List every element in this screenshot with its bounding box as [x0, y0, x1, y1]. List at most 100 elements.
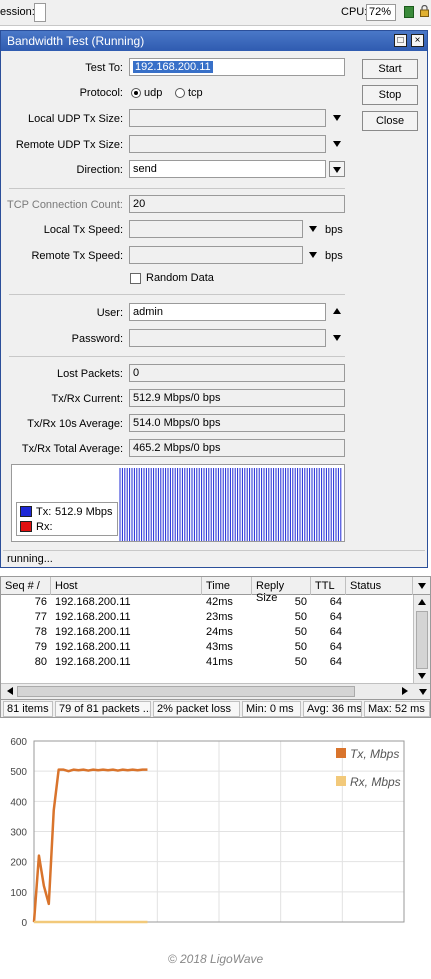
column-header-host[interactable]: Host [51, 577, 202, 595]
test-to-input[interactable]: 192.168.200.11 [129, 58, 345, 76]
local-tx-speed-input[interactable] [129, 220, 303, 238]
tcp-connection-count-input[interactable]: 20 [129, 195, 345, 213]
password-input[interactable] [129, 329, 326, 347]
local-tx-speed-dropdown-icon[interactable] [309, 226, 317, 232]
window-title: Bandwidth Test (Running) [7, 34, 145, 48]
column-header-ttl[interactable]: TTL [311, 577, 346, 595]
local-tx-speed-label: Local Tx Speed: [43, 224, 123, 236]
legend-swatch [336, 776, 346, 786]
cell-ttl: 64 [329, 656, 342, 668]
local-udp-tx-size-input[interactable] [129, 109, 326, 127]
column-header-seq[interactable]: Seq # / [1, 577, 51, 595]
user-collapse-icon[interactable] [333, 308, 341, 314]
cell-seq: 79 [34, 641, 47, 653]
legend-label: Rx, Mbps [350, 775, 401, 789]
table-row[interactable]: 76 192.168.200.11 42ms 50 64 [1, 595, 413, 610]
protocol-tcp-radio[interactable] [175, 88, 185, 98]
separator [9, 294, 345, 295]
window-titlebar[interactable]: Bandwidth Test (Running) □ × [1, 31, 427, 51]
legend-tx-value: 512.9 Mbps [55, 506, 113, 518]
direction-label: Direction: [76, 164, 123, 176]
txrx-current-value: 512.9 Mbps/0 bps [129, 389, 345, 407]
y-tick-label: 400 [10, 797, 27, 808]
column-header-time[interactable]: Time [202, 577, 252, 595]
scroll-left-icon[interactable] [7, 687, 13, 695]
rx-swatch [20, 521, 32, 532]
table-header: Seq # / Host Time Reply Size TTL Status [1, 577, 430, 604]
user-label: User: [96, 307, 123, 319]
cell-time: 42ms [206, 596, 233, 608]
scroll-up-icon[interactable] [418, 599, 426, 605]
table-row[interactable]: 80 192.168.200.11 41ms 50 64 [1, 655, 413, 670]
protocol-udp-label: udp [144, 87, 163, 99]
password-dropdown-icon[interactable] [333, 335, 341, 341]
cpu-value: 72% [366, 4, 396, 21]
tx-swatch [20, 506, 32, 517]
remote-udp-tx-size-input[interactable] [129, 135, 326, 153]
local-udp-tx-size-label: Local UDP Tx Size: [28, 113, 123, 125]
cell-host: 192.168.200.11 [55, 611, 131, 623]
cell-seq: 80 [34, 656, 47, 668]
series-line-0 [32, 768, 148, 923]
summary-avg: Avg: 36 ms [303, 701, 362, 717]
y-tick-label: 200 [10, 858, 27, 869]
session-label: ession: [0, 6, 35, 18]
table-row[interactable]: 78 192.168.200.11 24ms 50 64 [1, 625, 413, 640]
cell-host: 192.168.200.11 [55, 596, 131, 608]
y-tick-label: 0 [21, 918, 27, 929]
table-row[interactable]: 79 192.168.200.11 43ms 50 64 [1, 640, 413, 655]
protocol-label: Protocol: [79, 87, 123, 99]
summary-packet-loss: 2% packet loss [153, 701, 240, 717]
remote-tx-speed-dropdown-icon[interactable] [309, 252, 317, 258]
maximize-icon[interactable]: □ [394, 34, 407, 47]
session-field[interactable] [34, 3, 46, 22]
cell-size: 50 [294, 611, 307, 623]
copyright-text: © 2018 LigoWave [167, 952, 264, 966]
scroll-corner-icon[interactable] [419, 689, 427, 695]
cpu-label: CPU: [341, 6, 368, 18]
stop-button[interactable]: Stop [362, 85, 418, 105]
remote-udp-tx-size-label: Remote UDP Tx Size: [15, 139, 123, 151]
separator [9, 188, 345, 189]
start-button[interactable]: Start [362, 59, 418, 79]
horizontal-scroll-thumb[interactable] [17, 686, 355, 697]
random-data-label: Random Data [146, 272, 214, 284]
column-header-status[interactable]: Status [346, 577, 413, 595]
vertical-scrollbar[interactable] [413, 595, 430, 683]
scroll-right-icon[interactable] [402, 687, 408, 695]
scroll-down-icon[interactable] [418, 673, 426, 679]
txrx-total-average-label: Tx/Rx Total Average: [21, 443, 123, 455]
direction-select[interactable]: send [129, 160, 326, 178]
cell-time: 24ms [206, 626, 233, 638]
summary-min: Min: 0 ms [242, 701, 301, 717]
legend-tx-label: Tx: [36, 506, 52, 518]
local-udp-dropdown-icon[interactable] [333, 115, 341, 121]
column-header-reply-size[interactable]: Reply Size [252, 577, 311, 604]
close-button[interactable]: Close [362, 111, 418, 131]
legend-swatch [336, 748, 346, 758]
protocol-udp-radio[interactable] [131, 88, 141, 98]
cell-size: 50 [294, 596, 307, 608]
cell-seq: 77 [34, 611, 47, 623]
close-icon[interactable]: × [411, 34, 424, 47]
vertical-scroll-thumb[interactable] [416, 611, 428, 669]
remote-udp-dropdown-icon[interactable] [333, 141, 341, 147]
horizontal-scrollbar[interactable] [1, 683, 430, 699]
summary-packets: 79 of 81 packets ... [55, 701, 151, 717]
user-input[interactable]: admin [129, 303, 326, 321]
cell-ttl: 64 [329, 641, 342, 653]
table-row[interactable]: 77 192.168.200.11 23ms 50 64 [1, 610, 413, 625]
column-menu-icon[interactable] [418, 583, 426, 589]
direction-dropdown-button[interactable] [329, 161, 345, 177]
graph-legend: Tx: 512.9 Mbps Rx: [16, 502, 118, 536]
password-label: Password: [71, 333, 123, 345]
remote-tx-speed-input[interactable] [129, 246, 303, 264]
random-data-checkbox[interactable] [130, 273, 141, 284]
lost-packets-value: 0 [129, 364, 345, 382]
lost-packets-label: Lost Packets: [56, 368, 123, 380]
cell-ttl: 64 [329, 626, 342, 638]
cell-ttl: 64 [329, 596, 342, 608]
summary-items: 81 items [3, 701, 53, 717]
lock-icon [420, 5, 429, 17]
cell-host: 192.168.200.11 [55, 626, 131, 638]
